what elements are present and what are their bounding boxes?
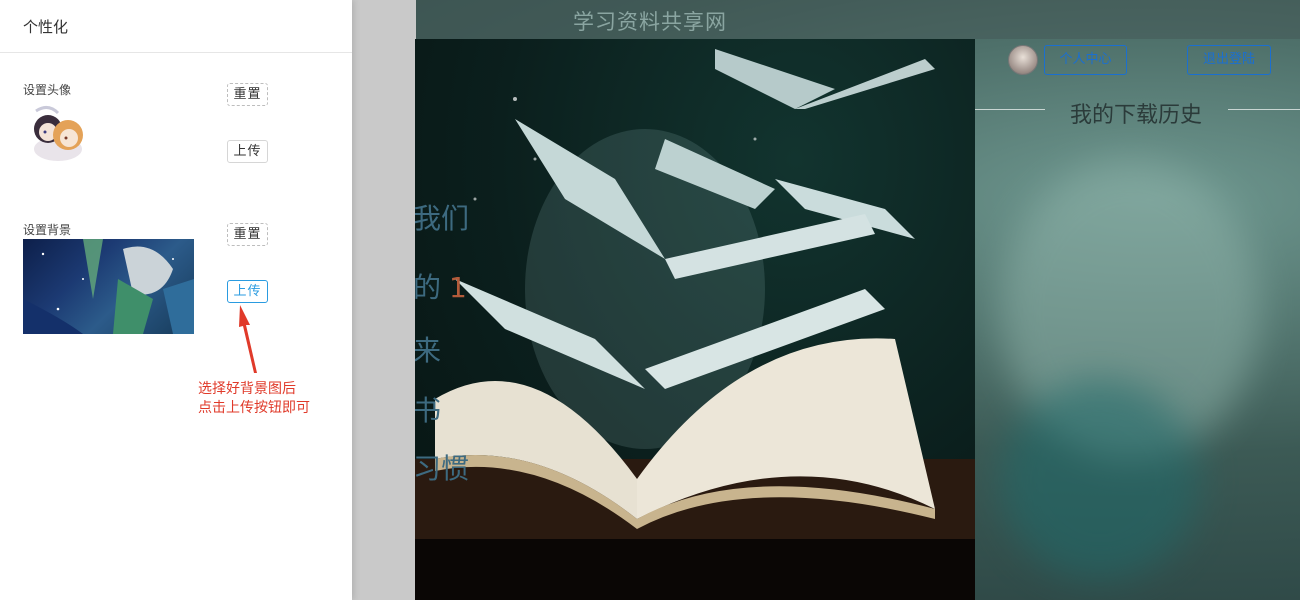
logout-button[interactable]: 退出登陆 (1187, 45, 1271, 75)
avatar-section-label: 设置头像 (23, 83, 72, 97)
personal-center-button[interactable]: 个人中心 (1044, 45, 1127, 75)
panel-title: 个性化 (0, 0, 352, 53)
background-reset-button[interactable]: 重置 (227, 223, 268, 246)
hero-text-line: 书 (415, 394, 442, 427)
user-avatar[interactable] (1008, 45, 1038, 75)
hero-text-line: 我们 (415, 202, 470, 235)
avatar-preview (28, 103, 88, 165)
avatar-reset-button[interactable]: 重置 (227, 83, 268, 106)
divider (1228, 109, 1300, 110)
background-upload-button[interactable]: 上传 (227, 280, 268, 303)
up-arrow-icon (239, 305, 257, 373)
book-illustration (415, 49, 975, 600)
divider (975, 109, 1045, 110)
background-section-label: 设置背景 (23, 223, 72, 237)
hero-text-word: 的 (415, 271, 442, 304)
annotation-text: 选择好背景图后 点击上传按钮即可 (198, 380, 310, 418)
annotation-line: 点击上传按钮即可 (198, 400, 310, 416)
hero-text-line: 习惯 (415, 452, 470, 485)
hero-text-line: 的1 (415, 274, 467, 302)
background-preview (23, 239, 194, 334)
download-history-title: 我的下载历史 (1069, 103, 1202, 128)
annotation-line: 选择好背景图后 (198, 381, 296, 397)
hero-number: 1 (449, 271, 467, 304)
personalization-panel: 个性化 设置头像 重置 上传 设置背景 重置 上传 选择好背景图后 点击上传按钮… (0, 0, 352, 600)
backdrop-strip (352, 0, 416, 600)
hero-book-image: 我们 的1 来 书 习惯 (415, 39, 975, 600)
hero-text-line: 来 (415, 334, 442, 367)
avatar-upload-button[interactable]: 上传 (227, 140, 268, 163)
